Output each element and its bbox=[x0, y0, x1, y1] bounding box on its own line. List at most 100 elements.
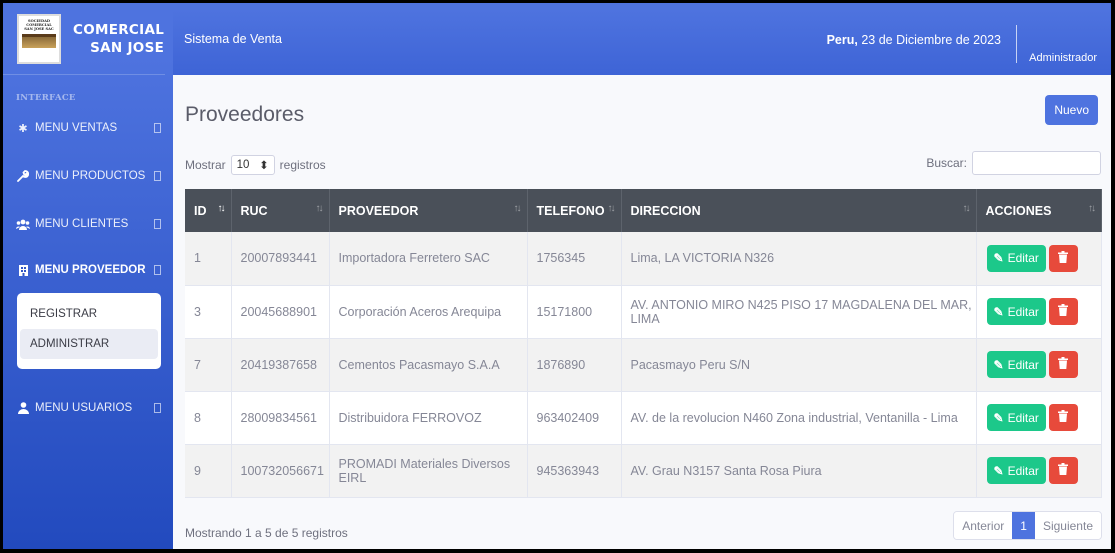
cell-id: 7 bbox=[185, 338, 232, 392]
sidebar-item-clientes[interactable]: MENU CLIENTES bbox=[3, 213, 173, 235]
cell-telefono: 963402409 bbox=[527, 391, 622, 445]
column-header-acciones[interactable]: ACCIONES ↑↓ bbox=[976, 189, 1102, 232]
cell-direccion: AV. ANTONIO MIRO N425 PISO 17 MAGDALENA … bbox=[621, 285, 977, 339]
new-button[interactable]: Nuevo bbox=[1045, 95, 1098, 125]
column-header-id[interactable]: ID ↑↓ bbox=[185, 189, 232, 232]
sort-icon: ↑↓ bbox=[1088, 203, 1096, 214]
delete-button[interactable] bbox=[1048, 457, 1078, 484]
chevron-icon bbox=[154, 265, 161, 275]
prev-page-button[interactable]: Anterior bbox=[954, 512, 1013, 539]
page-length-control: Mostrar 10 ⬍ registros bbox=[185, 155, 326, 175]
edit-button[interactable]: ✎ Editar bbox=[986, 351, 1046, 378]
column-header-ruc[interactable]: RUC ↑↓ bbox=[231, 189, 330, 232]
building-icon bbox=[16, 264, 30, 276]
cell-telefono: 1876890 bbox=[527, 338, 622, 392]
cell-acciones: ✎ Editar bbox=[976, 338, 1102, 392]
table-row: 7 20419387658 Cementos Pacasmayo S.A.A 1… bbox=[185, 338, 1102, 392]
users-icon bbox=[16, 219, 30, 230]
column-header-proveedor[interactable]: PROVEEDOR ↑↓ bbox=[329, 189, 528, 232]
logo-text-3: SAN JOSE SAC bbox=[24, 26, 54, 31]
edit-button[interactable]: ✎ Editar bbox=[986, 244, 1046, 272]
chevron-icon bbox=[154, 403, 161, 413]
delete-button[interactable] bbox=[1048, 351, 1078, 378]
topbar: Sistema de Venta Peru, 23 de Diciembre d… bbox=[173, 3, 1111, 75]
edit-label: Editar bbox=[1007, 357, 1039, 372]
edit-label: Editar bbox=[1007, 410, 1039, 425]
table-row: 3 20045688901 Corporación Aceros Arequip… bbox=[185, 285, 1102, 339]
column-label: ACCIONES bbox=[985, 203, 1052, 218]
page-size-value: 10 bbox=[236, 159, 250, 171]
delete-button[interactable] bbox=[1048, 404, 1078, 431]
sidebar-section-heading: INTERFACE bbox=[16, 93, 76, 103]
column-label: PROVEEDOR bbox=[338, 203, 419, 218]
cell-telefono: 945363943 bbox=[527, 444, 622, 498]
sidebar-item-ventas[interactable]: ✱ MENU VENTAS bbox=[3, 117, 173, 139]
cell-id: 3 bbox=[185, 285, 232, 339]
edit-button[interactable]: ✎ Editar bbox=[986, 298, 1046, 325]
cell-proveedor: Importadora Ferretero SAC bbox=[329, 232, 528, 286]
sidebar-item-usuarios[interactable]: MENU USUARIOS bbox=[3, 397, 173, 419]
current-date: Peru, 23 de Diciembre de 2023 bbox=[827, 33, 1001, 47]
edit-icon: ✎ bbox=[993, 251, 1004, 266]
next-page-button[interactable]: Siguiente bbox=[1034, 512, 1101, 539]
cell-direccion: AV. de la revolucion N460 Zona industria… bbox=[621, 391, 977, 445]
edit-icon: ✎ bbox=[993, 463, 1004, 478]
edit-label: Editar bbox=[1007, 251, 1039, 266]
cell-telefono: 1756345 bbox=[527, 232, 622, 286]
cell-acciones: ✎ Editar bbox=[976, 444, 1102, 498]
cell-id: 9 bbox=[185, 444, 232, 498]
search-control: Buscar: bbox=[926, 151, 1101, 175]
delete-button[interactable] bbox=[1048, 298, 1078, 325]
brand-line-1: COMERCIAL bbox=[73, 21, 165, 38]
user-menu[interactable]: Administrador bbox=[1029, 52, 1097, 64]
cell-direccion: Pacasmayo Peru S/N bbox=[621, 338, 977, 392]
cell-telefono: 15171800 bbox=[527, 285, 622, 339]
search-input[interactable] bbox=[972, 151, 1101, 175]
show-label: Mostrar bbox=[185, 158, 226, 172]
edit-icon: ✎ bbox=[993, 410, 1004, 425]
column-header-telefono[interactable]: TELEFONO ↑↓ bbox=[527, 189, 622, 232]
trash-icon bbox=[1058, 357, 1069, 372]
trash-icon bbox=[1058, 250, 1069, 266]
cell-id: 8 bbox=[185, 391, 232, 445]
page-size-select[interactable]: 10 ⬍ bbox=[230, 155, 275, 175]
brand-name: COMERCIAL SAN JOSE bbox=[73, 21, 164, 57]
edit-button[interactable]: ✎ Editar bbox=[986, 404, 1046, 431]
sort-icon: ↑↓ bbox=[607, 203, 616, 214]
sidebar-item-productos[interactable]: MENU PRODUCTOS bbox=[3, 165, 173, 187]
page-1-button[interactable]: 1 bbox=[1012, 512, 1035, 539]
sidebar: SOCIEDAD COMERCIAL SAN JOSE SAC COMERCIA… bbox=[3, 3, 173, 549]
cell-acciones: ✎ Editar bbox=[976, 391, 1102, 445]
cell-proveedor: Distribuidora FERROVOZ bbox=[329, 391, 528, 445]
submenu-item-administrar[interactable]: ADMINISTRAR bbox=[20, 329, 158, 359]
cell-ruc: 28009834561 bbox=[231, 391, 330, 445]
column-header-direccion[interactable]: DIRECCION ↑↓ bbox=[621, 189, 977, 232]
date-country: Peru, bbox=[826, 33, 858, 47]
table-row: 1 20007893441 Importadora Ferretero SAC … bbox=[185, 232, 1102, 286]
sidebar-item-proveedor[interactable]: MENU PROVEEDOR bbox=[3, 259, 173, 281]
sidebar-item-label: MENU VENTAS bbox=[35, 122, 118, 134]
sidebar-item-label: MENU PROVEEDOR bbox=[35, 264, 146, 276]
cell-proveedor: Cementos Pacasmayo S.A.A bbox=[329, 338, 528, 392]
column-label: DIRECCION bbox=[630, 203, 701, 218]
edit-button[interactable]: ✎ Editar bbox=[986, 457, 1046, 484]
records-label: registros bbox=[279, 158, 326, 172]
cell-proveedor: Corporación Aceros Arequipa bbox=[329, 285, 528, 339]
wrench-icon bbox=[16, 170, 30, 182]
column-label: RUC bbox=[240, 203, 268, 218]
brand-logo: SOCIEDAD COMERCIAL SAN JOSE SAC bbox=[17, 13, 61, 64]
gear-icon: ✱ bbox=[18, 122, 28, 135]
cell-ruc: 20419387658 bbox=[231, 338, 330, 392]
trash-icon bbox=[1058, 463, 1069, 478]
cell-ruc: 20007893441 bbox=[231, 232, 330, 286]
table-row: 8 28009834561 Distribuidora FERROVOZ 963… bbox=[185, 391, 1102, 445]
storefront-image bbox=[22, 34, 56, 49]
delete-button[interactable] bbox=[1048, 244, 1078, 272]
trash-icon bbox=[1058, 304, 1069, 319]
table-row: 9 100732056671 PROMADI Materiales Divers… bbox=[185, 444, 1102, 498]
topbar-divider bbox=[1016, 25, 1017, 63]
search-label: Buscar: bbox=[926, 156, 967, 170]
submenu-item-registrar[interactable]: REGISTRAR bbox=[20, 299, 158, 329]
cell-direccion: Lima, LA VICTORIA N326 bbox=[621, 232, 977, 286]
brand[interactable]: SOCIEDAD COMERCIAL SAN JOSE SAC COMERCIA… bbox=[3, 3, 165, 75]
